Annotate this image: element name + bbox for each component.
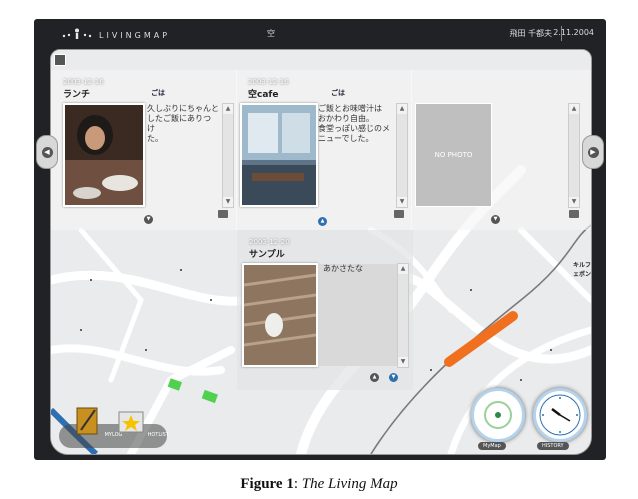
expand-down-icon[interactable]: ▼	[491, 215, 500, 224]
scroll-up-icon[interactable]: ▲	[397, 104, 407, 114]
log-card[interactable]: 2003-12-16 空cafe ごは ご飯とお味噌汁は おかわり自由。 食堂っ…	[236, 70, 412, 230]
card-photo[interactable]	[63, 103, 145, 207]
cafe-photo-image	[242, 105, 316, 205]
mymap-dial[interactable]	[471, 388, 525, 442]
figure-caption: Figure 1: The Living Map	[0, 476, 638, 493]
scroll-up-icon[interactable]: ▲	[223, 104, 233, 114]
compass-icon	[484, 401, 512, 429]
user-name: 飛田 千都夫	[509, 29, 552, 38]
card-title: 空cafe	[248, 90, 279, 100]
up-icon[interactable]: ▲	[370, 373, 379, 382]
card-date: 2003-12-16	[63, 78, 104, 86]
card-title: サンプル	[249, 250, 285, 260]
station-marker[interactable]	[591, 251, 592, 259]
clock-icon	[539, 394, 581, 436]
card-text: あかさたな	[323, 264, 363, 273]
sample-photo-image	[244, 265, 316, 365]
card-text: ご飯とお味噌汁は おかわり自由。 食堂っぽい感じのメ ニューでした。	[318, 104, 390, 143]
header-date: 2.11.2004	[553, 28, 594, 37]
mylog-button[interactable]: MYLOG	[73, 406, 122, 438]
logo-text: LIVINGMAP	[99, 30, 171, 40]
card-category: ごは	[331, 89, 345, 97]
scroll-down-icon[interactable]: ▼	[397, 197, 407, 207]
card-text-area	[318, 264, 408, 366]
scroll-up-icon[interactable]: ▲	[398, 264, 408, 274]
scroll-down-icon[interactable]: ▼	[569, 197, 579, 207]
card-photo[interactable]	[242, 263, 318, 367]
prev-arrow-button[interactable]: ◀	[36, 135, 58, 169]
card-text: 久しぶりにちゃんと したご飯にありつけ た。	[147, 104, 219, 143]
log-card[interactable]: 2003-12-16 ランチ ごは 久しぶりにちゃんと したご飯にありつけ た。…	[51, 70, 237, 230]
app-logo: LIVINGMAP	[61, 28, 170, 42]
window-toggle[interactable]	[54, 54, 66, 66]
caption-title: The Living Map	[301, 476, 398, 492]
card-date: 2003-12-16	[248, 78, 289, 86]
top-bar: LIVINGMAP 空 飛田 千都夫 2.11.2004	[34, 19, 606, 50]
scroll-up-icon[interactable]: ▲	[569, 104, 579, 114]
card-photo[interactable]	[240, 103, 318, 207]
collapse-up-icon[interactable]: ▲	[318, 217, 327, 226]
app-window: LIVINGMAP 空 飛田 千都夫 2.11.2004 2003-12-16 …	[34, 19, 606, 460]
comment-icon[interactable]	[569, 210, 579, 218]
card-scrollbar[interactable]: ▲ ▼	[397, 263, 409, 368]
map-stage[interactable]: 2003-12-16 ランチ ごは 久しぶりにちゃんと したご飯にありつけ た。…	[50, 49, 592, 455]
hotlist-label: HOTLIST	[147, 432, 169, 438]
history-label[interactable]: HISTORY	[537, 442, 569, 450]
logo-figure-icon	[62, 28, 92, 39]
hotlist-button[interactable]: HOTLIST	[116, 406, 169, 438]
scroll-down-icon[interactable]: ▼	[398, 357, 408, 367]
down-icon[interactable]: ▼	[389, 373, 398, 382]
card-date: 2003-12-20	[249, 238, 290, 246]
card-scrollbar[interactable]: ▲ ▼	[396, 103, 408, 208]
caption-label: Figure 1	[240, 476, 294, 492]
comment-icon[interactable]	[218, 210, 228, 218]
expand-down-icon[interactable]: ▼	[144, 215, 153, 224]
comment-icon[interactable]	[394, 210, 404, 218]
next-arrow-button[interactable]: ▶	[582, 135, 604, 169]
card-scrollbar[interactable]: ▲ ▼	[568, 103, 580, 208]
chevron-right-icon: ▶	[587, 146, 599, 158]
lunch-photo-image	[65, 105, 143, 205]
log-card[interactable]: NO PHOTO ▲ ▼ ▼	[411, 70, 591, 230]
mymap-label[interactable]: MyMap	[478, 442, 506, 450]
page-title: 空	[267, 29, 275, 38]
history-clock[interactable]	[533, 388, 587, 442]
caption-separator: :	[293, 476, 302, 492]
chevron-left-icon: ◀	[41, 146, 53, 158]
scroll-down-icon[interactable]: ▼	[223, 197, 233, 207]
no-photo-placeholder: NO PHOTO	[415, 103, 492, 207]
folder-star-icon	[118, 411, 144, 433]
station-label: キルフェボン	[573, 262, 592, 278]
card-title: ランチ	[63, 90, 91, 100]
card-scrollbar[interactable]: ▲ ▼	[222, 103, 234, 208]
log-card[interactable]: 2003-12-20 サンプル あかさたな ▲ ▼ ▲ ▼	[237, 230, 413, 390]
card-category: ごは	[151, 89, 165, 97]
notebook-pencil-icon	[76, 407, 98, 435]
